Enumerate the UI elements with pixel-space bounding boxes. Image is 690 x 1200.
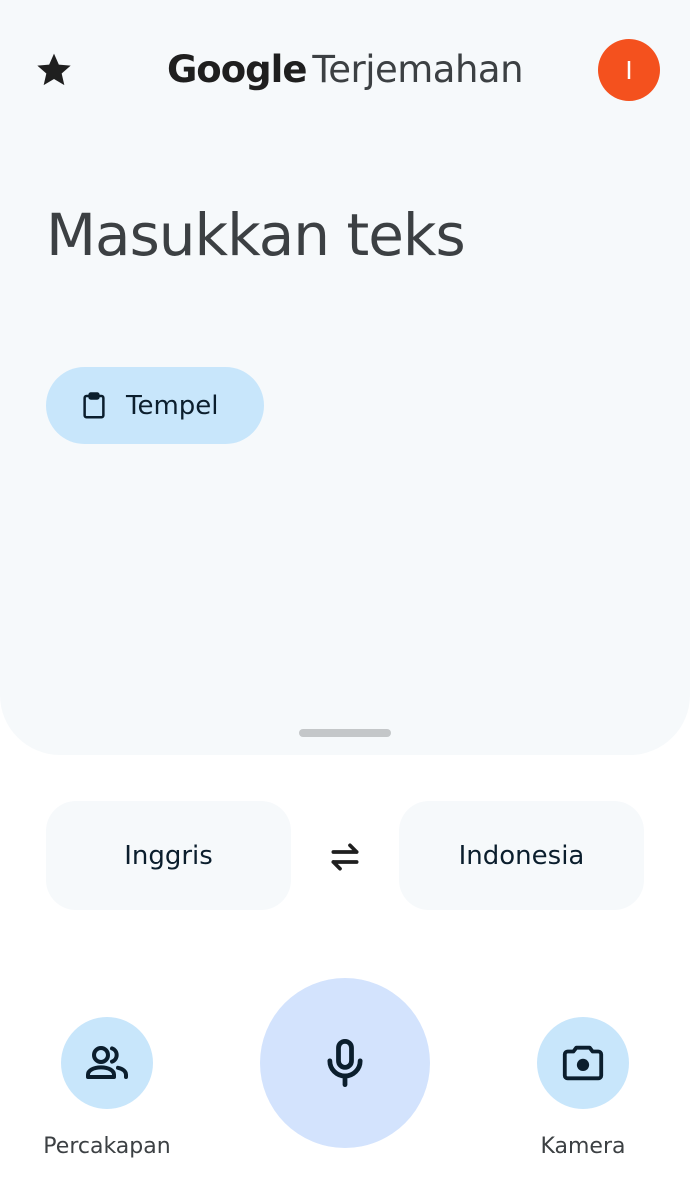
target-language-button[interactable]: Indonesia — [399, 801, 644, 910]
account-avatar[interactable]: I — [598, 39, 660, 101]
clipboard-icon — [78, 390, 110, 422]
translate-screen: GoogleTerjemahan I Tempel Inggris Indone… — [0, 0, 690, 1200]
swap-languages-button[interactable] — [319, 831, 371, 883]
source-text-input[interactable] — [46, 190, 646, 280]
people-icon — [86, 1046, 128, 1079]
camera-icon — [562, 1045, 604, 1081]
voice-input-button[interactable] — [260, 978, 430, 1148]
camera-button[interactable] — [537, 1017, 629, 1109]
swap-arrows-icon — [331, 843, 359, 871]
paste-button-label: Tempel — [126, 390, 219, 421]
microphone-icon — [327, 1038, 363, 1088]
paste-button[interactable]: Tempel — [46, 367, 264, 444]
input-panel: GoogleTerjemahan I Tempel — [0, 0, 690, 755]
panel-drag-handle[interactable] — [299, 729, 391, 737]
app-title-product: Terjemahan — [312, 48, 524, 91]
camera-label: Kamera — [540, 1134, 626, 1159]
conversation-button[interactable] — [61, 1017, 153, 1109]
conversation-label: Percakapan — [43, 1134, 171, 1159]
app-title: Google Terjemahan — [0, 44, 690, 96]
source-language-button[interactable]: Inggris — [46, 801, 291, 910]
app-title-brand: Google — [166, 48, 307, 91]
